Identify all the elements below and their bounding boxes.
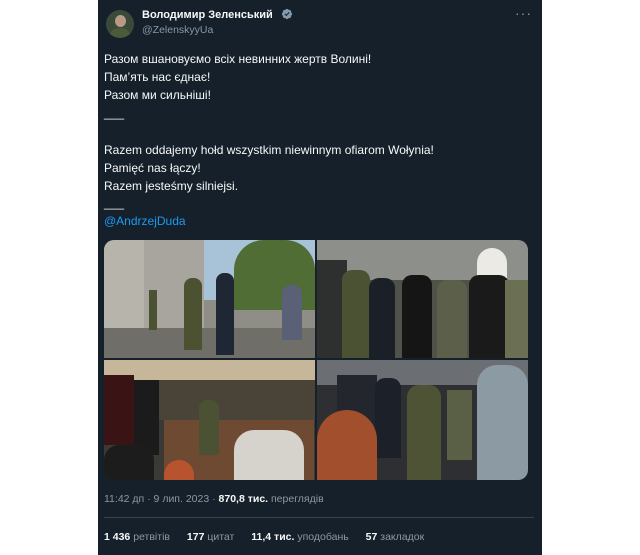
view-count-label: переглядів	[271, 493, 324, 505]
photo-grid	[104, 240, 528, 480]
divider	[104, 517, 534, 518]
avatar[interactable]	[106, 10, 134, 38]
author-name[interactable]: Володимир Зеленський	[142, 9, 273, 21]
mention-link[interactable]: @AndrzejDuda	[104, 214, 186, 228]
tweet-meta: 11:42 дп · 9 лип. 2023 · 870,8 тис. пере…	[104, 493, 324, 505]
photo-4[interactable]	[317, 360, 528, 480]
tweet-separator: ___	[104, 196, 125, 210]
retweets-label: ретвітів	[133, 531, 170, 543]
quotes-label: цитат	[207, 531, 235, 543]
tweet-card: Володимир Зеленський @ZelenskyyUa ··· Ра…	[98, 0, 542, 555]
photo-2[interactable]	[317, 240, 528, 358]
bookmarks-stat[interactable]: 57 закладок	[366, 531, 425, 543]
likes-count: 11,4 тис.	[251, 531, 295, 543]
likes-label: уподобань	[297, 531, 349, 543]
more-options-icon[interactable]: ···	[515, 5, 532, 21]
tweet-text-line: Razem oddajemy hołd wszystkim niewinnym …	[104, 143, 434, 157]
quotes-stat[interactable]: 177 цитат	[187, 531, 234, 543]
photo-1[interactable]	[104, 240, 315, 358]
tweet-text-line: Razem jesteśmy silniejsi.	[104, 179, 239, 193]
photo-3[interactable]	[104, 360, 315, 480]
bookmarks-count: 57	[365, 531, 378, 543]
view-count: 870,8 тис.	[218, 493, 269, 505]
verified-badge-icon	[281, 8, 293, 20]
bookmarks-label: закладок	[380, 531, 425, 543]
likes-stat[interactable]: 11,4 тис. уподобань	[251, 531, 348, 543]
tweet-text-line: Pamięć nas łączy!	[104, 161, 201, 175]
retweets-stat[interactable]: 1 436 ретвітів	[104, 531, 170, 543]
tweet-text-line: Разом ми сильніші!	[104, 88, 211, 102]
tweet-timestamp[interactable]: 11:42 дп · 9 лип. 2023 ·	[104, 493, 216, 505]
tweet-text-line: Пам’ять нас єднає!	[104, 70, 211, 84]
retweets-count: 1 436	[104, 531, 131, 543]
author-handle[interactable]: @ZelenskyyUa	[142, 24, 213, 36]
tweet-separator: ___	[104, 106, 125, 120]
tweet-stats: 1 436 ретвітів 177 цитат 11,4 тис. уподо…	[104, 531, 438, 543]
tweet-text-line: Разом вшановуємо всіх невинних жертв Вол…	[104, 52, 372, 66]
quotes-count: 177	[186, 531, 205, 543]
